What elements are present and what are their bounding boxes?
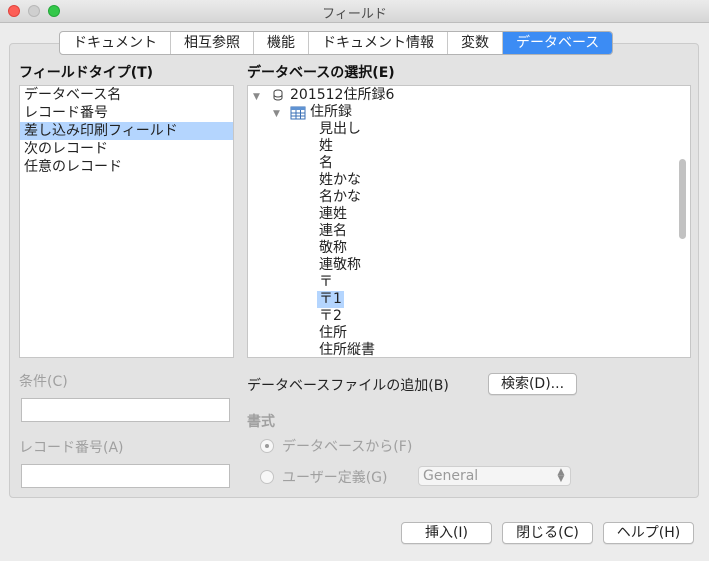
condition-input[interactable] (21, 398, 230, 422)
condition-label: 条件(C) (19, 374, 68, 390)
tab-cross-reference[interactable]: 相互参照 (171, 32, 254, 54)
tab-doc-info[interactable]: ドキュメント情報 (309, 32, 448, 54)
tree-field-item[interactable]: 見出し (319, 121, 361, 138)
from-database-label: データベースから(F) (282, 439, 413, 455)
record-number-label: レコード番号(A) (19, 440, 124, 456)
field-type-item[interactable]: データベース名 (20, 86, 233, 104)
add-database-file-label: データベースファイルの追加(B) (247, 378, 449, 394)
browse-button[interactable]: 検索(D)... (488, 373, 577, 395)
tree-field-item[interactable]: 連姓 (319, 206, 347, 223)
tree-field-item[interactable]: 敬称 (319, 240, 347, 257)
tree-field-item[interactable]: 名かな (319, 189, 361, 206)
tree-scrollbar-thumb[interactable] (679, 159, 686, 239)
close-button[interactable]: 閉じる(C) (502, 522, 593, 544)
user-defined-radio[interactable] (260, 470, 274, 484)
field-type-item[interactable]: 任意のレコード (20, 158, 233, 176)
table-icon (290, 106, 306, 120)
tab-bar: ドキュメント 相互参照 機能 ドキュメント情報 変数 データベース (59, 31, 614, 55)
title-bar: フィールド (0, 0, 709, 23)
window-title: フィールド (322, 7, 387, 22)
database-tree[interactable]: ▼ 201512住所録6 ▼ 住所録 見出し 姓 名 姓かな 名かな 連姓 連名… (247, 85, 691, 358)
format-label: 書式 (247, 414, 275, 430)
from-database-radio[interactable] (260, 439, 274, 453)
tree-field-item[interactable]: 〒2 (319, 308, 342, 325)
tree-field-item[interactable]: 姓かな (319, 172, 361, 189)
format-select-value: General (423, 468, 479, 484)
format-select[interactable]: General ▲ ▼ (418, 466, 571, 486)
field-type-item[interactable]: レコード番号 (20, 104, 233, 122)
expand-arrow-icon[interactable]: ▼ (273, 109, 280, 119)
tree-field-item[interactable]: 住所縦書 (319, 342, 375, 357)
field-type-list[interactable]: データベース名 レコード番号 差し込み印刷フィールド 次のレコード 任意のレコー… (19, 85, 234, 358)
tree-field-item[interactable]: 〒 (319, 274, 333, 291)
record-number-input[interactable] (21, 464, 230, 488)
tree-table[interactable]: 住所録 (310, 104, 352, 121)
tab-functions[interactable]: 機能 (254, 32, 309, 54)
insert-button[interactable]: 挿入(I) (401, 522, 492, 544)
tree-field-item[interactable]: 姓 (319, 138, 333, 155)
user-defined-label: ユーザー定義(G) (282, 470, 388, 486)
field-type-item[interactable]: 差し込み印刷フィールド (20, 122, 233, 140)
tree-field-item[interactable]: 名 (319, 155, 333, 172)
field-dialog: フィールド フィールドタイプ(T) データベース名 レコード番号 差し込み印刷フ… (0, 0, 709, 561)
tree-field-item[interactable]: 連名 (319, 223, 347, 240)
field-type-item[interactable]: 次のレコード (20, 140, 233, 158)
database-select-label: データベースの選択(E) (247, 65, 395, 81)
field-type-label: フィールドタイプ(T) (19, 65, 154, 81)
database-icon (270, 88, 286, 104)
tree-field-item[interactable]: 連敬称 (319, 257, 361, 274)
help-button[interactable]: ヘルプ(H) (603, 522, 694, 544)
tree-field-item[interactable]: 住所 (319, 325, 347, 342)
tree-field-item-selected[interactable]: 〒1 (317, 291, 344, 308)
tab-database[interactable]: データベース (503, 32, 613, 54)
expand-arrow-icon[interactable]: ▼ (253, 92, 260, 102)
tab-content-panel: フィールドタイプ(T) データベース名 レコード番号 差し込み印刷フィールド 次… (9, 43, 699, 498)
tree-database-root[interactable]: 201512住所録6 (290, 87, 394, 104)
chevron-updown-icon: ▲ ▼ (557, 467, 565, 484)
tab-document[interactable]: ドキュメント (60, 32, 171, 54)
tab-variables[interactable]: 変数 (448, 32, 503, 54)
